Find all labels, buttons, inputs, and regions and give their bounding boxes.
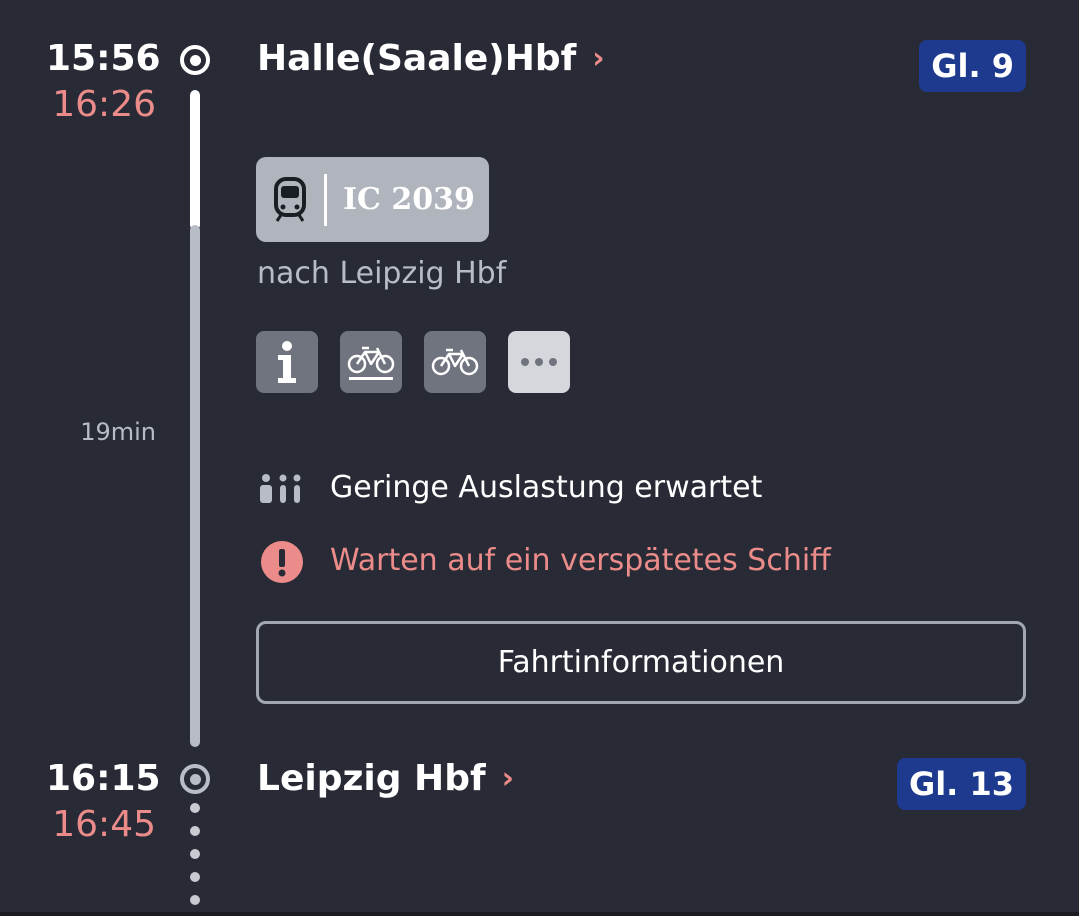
arrival-station-name: Leipzig Hbf [257,758,486,799]
timeline-dot [190,872,200,882]
occupancy-icon [258,472,304,510]
train-badge[interactable]: IC 2039 [256,157,489,242]
departure-station-link[interactable]: Halle(Saale)Hbf › [257,38,605,79]
timeline-segment [190,225,200,747]
info-icon[interactable] [256,331,318,393]
train-icon [256,176,324,223]
timeline-dot [190,826,200,836]
warning-icon [260,540,304,588]
train-number: IC 2039 [343,182,475,217]
departure-time-planned: 15:56 [46,38,161,79]
timeline-dot [190,849,200,859]
arrival-platform-badge: Gl. 13 [896,758,1026,810]
more-icon[interactable] [508,331,570,393]
trip-info-button[interactable]: Fahrtinformationen [256,621,1026,704]
departure-stop-icon [180,45,210,75]
chevron-right-icon: › [592,41,605,76]
timeline-progress [190,90,200,230]
departure-platform-badge: Gl. 9 [919,40,1026,92]
timeline-dot [190,803,200,813]
bike-icon[interactable] [424,331,486,393]
bottom-divider [0,912,1079,916]
occupancy-text: Geringe Auslastung erwartet [330,470,763,505]
arrival-stop-icon [180,764,210,794]
warning-text: Warten auf ein verspätetes Schiff [330,543,831,578]
chevron-right-icon: › [501,761,514,796]
travel-duration: 19min [80,418,156,446]
arrival-station-link[interactable]: Leipzig Hbf › [257,758,514,799]
departure-time-actual: 16:26 [52,84,156,125]
arrival-time-planned: 16:15 [46,758,161,799]
bike-reservation-icon[interactable] [340,331,402,393]
train-destination: nach Leipzig Hbf [257,256,507,291]
departure-station-name: Halle(Saale)Hbf [257,38,577,79]
arrival-time-actual: 16:45 [52,804,156,845]
timeline-dot [190,895,200,905]
